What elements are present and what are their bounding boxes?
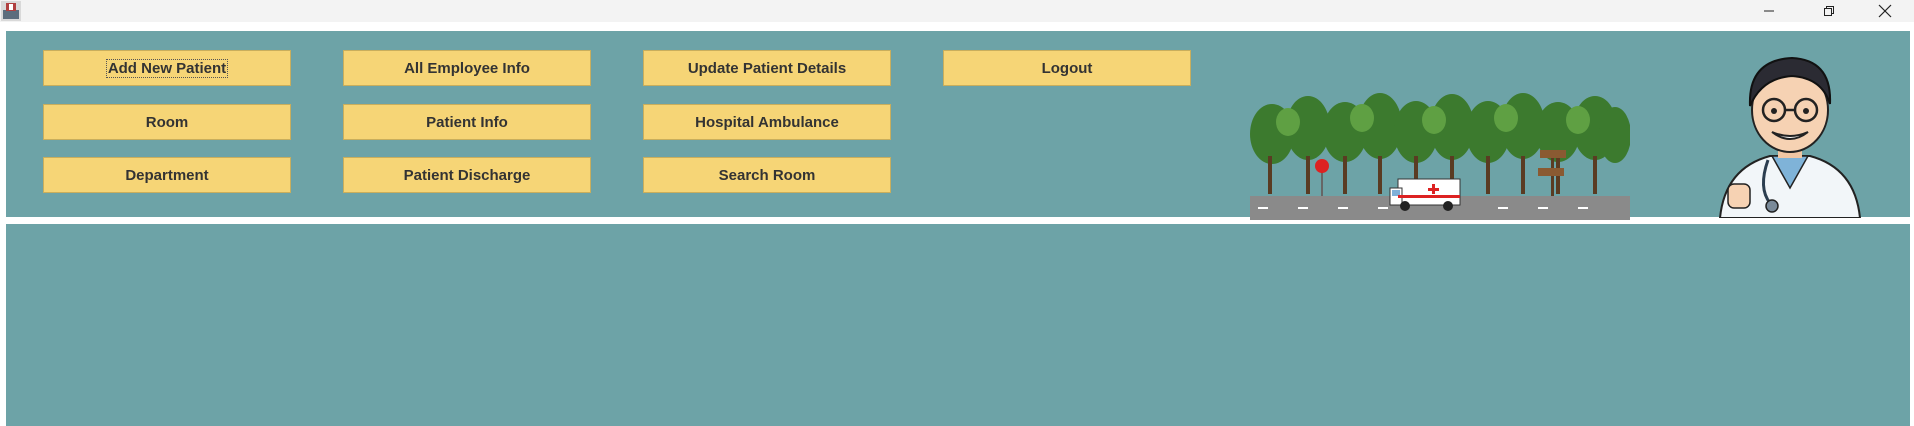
minimize-button[interactable] bbox=[1746, 0, 1792, 22]
update-patient-details-label: Update Patient Details bbox=[687, 59, 847, 77]
update-patient-details-button[interactable]: Update Patient Details bbox=[643, 50, 891, 86]
window-title-bar bbox=[0, 0, 1914, 22]
hospital-ambulance-button[interactable]: Hospital Ambulance bbox=[643, 104, 891, 140]
patient-discharge-button[interactable]: Patient Discharge bbox=[343, 157, 591, 193]
search-room-button[interactable]: Search Room bbox=[643, 157, 891, 193]
app-icon bbox=[1, 1, 21, 21]
close-icon bbox=[1878, 4, 1892, 18]
search-room-label: Search Room bbox=[718, 166, 816, 184]
room-button[interactable]: Room bbox=[43, 104, 291, 140]
all-employee-info-button[interactable]: All Employee Info bbox=[343, 50, 591, 86]
add-new-patient-button[interactable]: Add New Patient bbox=[43, 50, 291, 86]
hospital-ambulance-label: Hospital Ambulance bbox=[695, 113, 839, 131]
restore-button[interactable] bbox=[1806, 0, 1852, 22]
logout-label: Logout bbox=[1041, 59, 1093, 77]
ambulance-road-scene bbox=[1250, 93, 1630, 220]
logout-button[interactable]: Logout bbox=[943, 50, 1191, 86]
room-label: Room bbox=[145, 113, 189, 131]
close-button[interactable] bbox=[1862, 0, 1908, 22]
content-panel bbox=[6, 224, 1910, 426]
add-new-patient-label: Add New Patient bbox=[105, 58, 229, 78]
restore-icon bbox=[1824, 6, 1834, 16]
doctor-illustration bbox=[1718, 56, 1862, 218]
patient-discharge-label: Patient Discharge bbox=[403, 166, 531, 184]
patient-info-button[interactable]: Patient Info bbox=[343, 104, 591, 140]
minimize-icon bbox=[1764, 10, 1774, 12]
patient-info-label: Patient Info bbox=[426, 113, 508, 131]
department-label: Department bbox=[125, 166, 209, 184]
all-employee-info-label: All Employee Info bbox=[404, 59, 530, 77]
department-button[interactable]: Department bbox=[43, 157, 291, 193]
